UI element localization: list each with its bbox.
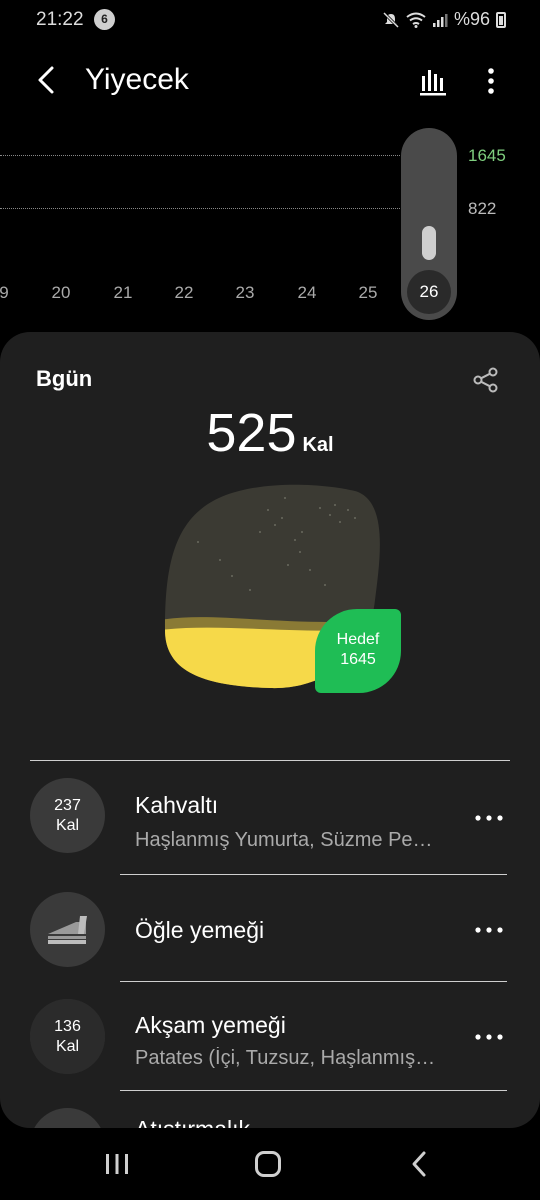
battery-percent: %96 (453, 9, 490, 29)
meal-description: Haşlanmış Yumurta, Süzme Pe… (135, 829, 433, 851)
bar-chart-icon[interactable] (418, 66, 448, 96)
x-label[interactable]: 20 (41, 283, 81, 303)
half-gridline (0, 208, 400, 209)
meal-name: Öğle yemeği (135, 917, 265, 943)
divider (30, 760, 510, 761)
more-horizontal-icon[interactable] (472, 920, 506, 940)
wifi-icon (406, 12, 426, 28)
row-separator (120, 1090, 507, 1091)
status-time: 21:22 (36, 9, 84, 30)
x-label[interactable]: 21 (103, 283, 143, 303)
meal-photo: 136 Kal (30, 999, 105, 1074)
back-icon[interactable] (408, 1150, 430, 1178)
meal-name: Atıştırmalık (135, 1116, 250, 1128)
more-vertical-icon[interactable] (478, 66, 504, 96)
calorie-unit: Kal (302, 434, 334, 456)
recents-icon[interactable] (104, 1152, 130, 1176)
meal-name: Kahvaltı (135, 792, 219, 818)
selected-day-label: 26 (407, 270, 451, 314)
meal-kcal-value: 136 (54, 1018, 81, 1035)
y-label-goal: 1645 (468, 146, 506, 165)
meal-row-dinner[interactable]: 136 Kal Akşam yemeği Patates (İçi, Tuzsu… (0, 999, 540, 1107)
home-icon[interactable] (255, 1151, 281, 1177)
meal-description: Patates (İçi, Tuzsuz, Haşlanmış… (135, 1047, 436, 1069)
more-horizontal-icon[interactable] (472, 1027, 506, 1047)
more-horizontal-icon[interactable] (472, 808, 506, 828)
mute-icon (382, 11, 400, 28)
summary-card: Bgün 525 Kal Hedef 1645 237 Kal Kahvaltı… (0, 332, 540, 1128)
meal-kcal-value: 237 (54, 797, 81, 814)
x-label[interactable]: 23 (225, 283, 265, 303)
share-icon[interactable] (472, 366, 500, 394)
selected-day-highlight[interactable]: 26 (401, 128, 457, 320)
calorie-total: 525 Kal (0, 402, 540, 464)
meal-icon (30, 1108, 105, 1128)
meal-row-lunch[interactable]: Öğle yemeği (0, 892, 540, 1000)
goal-gridline (0, 155, 400, 156)
notification-count-badge: 6 (94, 9, 115, 30)
row-separator (120, 874, 507, 875)
y-label-half: 822 (468, 199, 497, 218)
chevron-left-icon[interactable] (30, 62, 66, 98)
x-label[interactable]: 9 (0, 283, 24, 303)
page-title: Yiyecek (85, 63, 189, 96)
x-label[interactable]: 22 (164, 283, 204, 303)
app-bar: Yiyecek (0, 50, 540, 112)
signal-icon (432, 13, 448, 27)
calorie-value: 525 (206, 403, 297, 463)
status-bar: 21:22 6 %96 (0, 0, 540, 40)
goal-value: 1645 (340, 651, 376, 668)
row-separator (120, 981, 507, 982)
battery-icon (496, 11, 506, 28)
selected-day-bar (422, 226, 436, 260)
meal-name: Akşam yemeği (135, 1012, 286, 1038)
meal-row-snack[interactable]: Atıştırmalık (0, 1108, 540, 1128)
x-label[interactable]: 24 (287, 283, 327, 303)
meal-kcal-unit: Kal (55, 1038, 80, 1055)
status-icons: %96 (382, 9, 506, 30)
meal-kcal-unit: Kal (55, 817, 80, 834)
meal-row-breakfast[interactable]: 237 Kal Kahvaltı Haşlanmış Yumurta, Süzm… (0, 778, 540, 886)
today-label: Bgün (36, 366, 93, 391)
goal-label: Hedef (336, 631, 380, 648)
x-label[interactable]: 25 (348, 283, 388, 303)
meal-kcal-badge: 237 Kal (30, 778, 105, 853)
daily-chart[interactable]: 1645 822 9 20 21 22 23 24 25 26 (0, 120, 540, 320)
system-nav-bar (0, 1128, 540, 1200)
sandwich-icon (30, 892, 105, 967)
goal-badge: Hedef 1645 (315, 609, 401, 693)
